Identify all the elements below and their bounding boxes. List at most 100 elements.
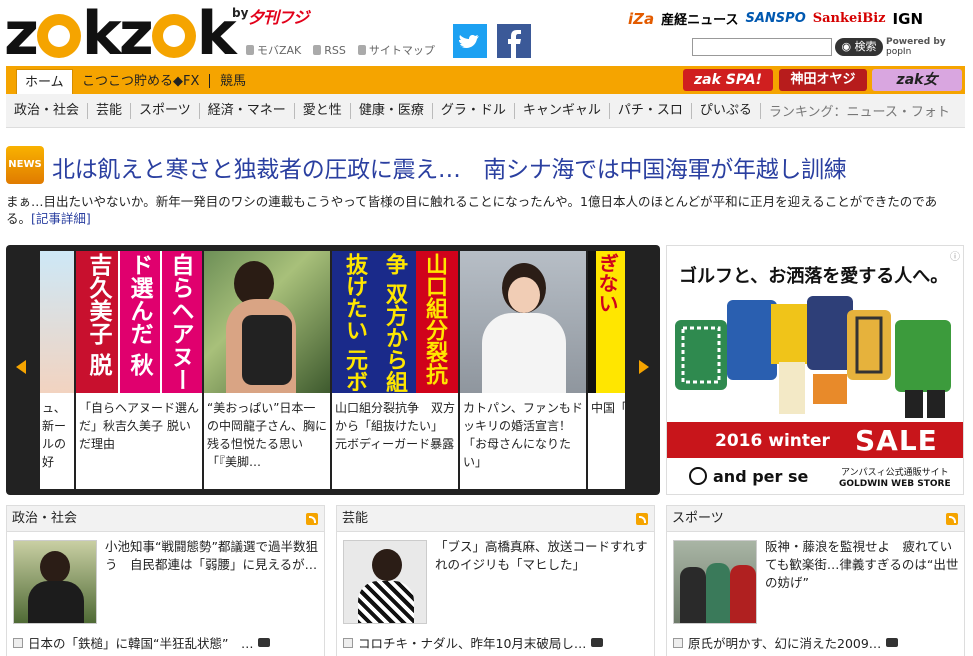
category-economy[interactable]: 経済・マネー xyxy=(200,102,295,119)
ranking-link[interactable]: ランキング：ニュース・フォト xyxy=(761,101,958,120)
panel-headline[interactable]: 小池知事“戦闘態勢”都議選で過半数狙う 自民都連は「弱腰」に見えるが… xyxy=(105,538,319,574)
slide-thumbnail xyxy=(40,251,74,393)
carousel-slides: ュ、新ールの好 自らヘアヌード選んだ 秋吉久美子 脱いだ理由 「自らヘアヌード選… xyxy=(40,251,625,489)
slide-caption: カトパン、ファンもドッキリの婚活宣言！「お母さんになりたい」 xyxy=(463,401,583,469)
site-header: z kz k by 夕刊フジ モバZAK RSS サイトマップ iZa 産経ニュース… xyxy=(0,0,973,66)
iza-link[interactable]: iZa xyxy=(628,10,654,28)
panel-headline[interactable]: 「ブス」高橋真麻、放送コードすれすれのイジリも「マヒした」 xyxy=(435,538,649,574)
panel-sports: スポーツ 阪神・藤浪を監視せよ 疲れていても歓楽街…律義すぎるのは“出世の妨げ”… xyxy=(666,505,965,656)
carousel-slide[interactable]: ュ、新ールの好 xyxy=(40,251,74,489)
slide-caption: ュ、新ールの好 xyxy=(42,401,67,469)
slide-thumbnail: 山口組分裂抗争 双方から組抜けたい 元ボディーガード暴露 xyxy=(332,251,458,393)
magazine-headline: 自らヘアヌード選んだ 秋吉久美子 脱いだ理由 xyxy=(85,253,193,391)
category-health[interactable]: 健康・医療 xyxy=(351,102,433,119)
slide-caption: “美おっぱい”日本一の中岡龍子さん、胸に残る怛悦たる思い「『美脚… xyxy=(207,401,328,469)
logo-by: by xyxy=(232,6,249,20)
slide-thumbnail: 自らヘアヌード選んだ 秋吉久美子 脱いだ理由 xyxy=(76,251,202,393)
magazine-headline: 艦長小学生にすぎない xyxy=(595,253,619,313)
slide-thumbnail xyxy=(460,251,586,393)
category-people[interactable]: ぴいぷる xyxy=(692,102,761,119)
bullet-icon xyxy=(13,637,23,648)
carousel-next-arrow-icon[interactable] xyxy=(639,360,649,374)
facebook-icon[interactable] xyxy=(497,24,531,58)
category-bar: 政治・社会 芸能 スポーツ 経済・マネー 愛と性 健康・医療 グラ・ドル キャン… xyxy=(6,94,965,128)
and-per-se-logo-icon xyxy=(689,467,707,485)
panel-link[interactable]: 原氏が明かす、幻に消えた2009… xyxy=(673,633,899,652)
ad-title: ゴルフと、お洒落を愛する人へ。 xyxy=(679,266,949,287)
panel-thumbnail[interactable] xyxy=(673,540,757,624)
carousel-slide[interactable]: “美おっぱい”日本一の中岡龍子さん、胸に残る怛悦たる思い「『美脚… xyxy=(204,251,330,489)
zak-spa-banner[interactable]: zak SPA! xyxy=(683,69,773,91)
sale-label: SALE xyxy=(855,424,938,457)
carousel-slide[interactable]: 山口組分裂抗争 双方から組抜けたい 元ボディーガード暴露 山口組分裂抗争 双方か… xyxy=(332,251,458,489)
powered-by-popin[interactable]: Powered by popIn xyxy=(886,37,946,57)
category-gravure[interactable]: グラ・ドル xyxy=(433,102,515,119)
tab-fx[interactable]: こつこつ貯める◆FX xyxy=(74,69,207,94)
group-brand-links: iZa 産経ニュース SANSPO SankeiBiz IGN xyxy=(628,9,923,29)
photo-carousel: ュ、新ールの好 自らヘアヌード選んだ 秋吉久美子 脱いだ理由 「自らヘアヌード選… xyxy=(6,245,660,495)
twitter-icon[interactable] xyxy=(453,24,487,58)
yukan-fuji-logo[interactable]: 夕刊フジ xyxy=(248,4,309,28)
slide-caption: 「自らヘアヌード選んだ」秋吉久美子 脱いだ理由 xyxy=(79,401,200,451)
video-camera-icon xyxy=(258,638,271,647)
ign-link[interactable]: IGN xyxy=(893,10,923,28)
category-sports[interactable]: スポーツ xyxy=(131,102,200,119)
tab-home[interactable]: ホーム xyxy=(16,69,73,94)
tab-keiba[interactable]: 競馬 xyxy=(212,69,254,94)
search-button[interactable]: ◉ 検索 xyxy=(835,38,883,56)
news-badge-icon: NEWS xyxy=(6,146,44,184)
sankeibiz-link[interactable]: SankeiBiz xyxy=(813,11,886,26)
search-input[interactable] xyxy=(692,38,832,56)
sitemap-link[interactable]: サイトマップ xyxy=(357,42,435,58)
magazine-headline: 山口組分裂抗争 双方から組抜けたい 元ボディーガード暴露 xyxy=(342,253,447,393)
zak-jo-banner[interactable]: zak女 xyxy=(872,69,962,91)
panel-link[interactable]: 日本の「鉄槌」に韓国“半狂乱状態” … xyxy=(13,633,271,652)
rss-icon xyxy=(313,45,322,55)
ad-store: アンパスィ公式通販サイト GOLDWIN WEB STORE xyxy=(839,468,951,489)
rss-icon[interactable] xyxy=(636,513,648,525)
video-camera-icon xyxy=(886,638,899,647)
panel-header: 政治・社会 xyxy=(7,506,324,532)
bullet-icon xyxy=(673,637,683,648)
panel-header: スポーツ xyxy=(667,506,964,532)
video-camera-icon xyxy=(591,638,604,647)
carousel-slide[interactable]: 自らヘアヌード選んだ 秋吉久美子 脱いだ理由 「自らヘアヌード選んだ」秋吉久美子… xyxy=(76,251,202,489)
sanspo-link[interactable]: SANSPO xyxy=(746,11,806,26)
rss-icon[interactable] xyxy=(946,513,958,525)
slide-caption: 山口組分裂抗争 双方から「組抜けたい」 元ボディーガード暴露 xyxy=(335,401,456,451)
rss-icon[interactable] xyxy=(306,513,318,525)
panel-thumbnail[interactable] xyxy=(13,540,97,624)
headline-lead: まぁ…目出たいやないか。新年一発目のワシの連載もこうやって皆様の目に触れることに… xyxy=(6,194,938,226)
golf-wear-ad[interactable]: ⓘ ゴルフと、お洒落を愛する人へ。 2016 winter SALE and p… xyxy=(666,245,964,495)
mobazak-link[interactable]: モバZAK xyxy=(246,42,301,58)
panel-thumbnail[interactable] xyxy=(343,540,427,624)
header-sublinks: モバZAK RSS サイトマップ xyxy=(246,42,435,58)
category-love[interactable]: 愛と性 xyxy=(295,102,351,119)
rss-link[interactable]: RSS xyxy=(313,42,346,58)
panel-headline[interactable]: 阪神・藤浪を監視せよ 疲れていても歓楽街…律義すぎるのは“出世の妨げ” xyxy=(765,538,961,592)
carousel-prev-arrow-icon[interactable] xyxy=(16,360,26,374)
panel-entertainment: 芸能 「ブス」高橋真麻、放送コードすれすれのイジリも「マヒした」 コロチキ・ナダ… xyxy=(336,505,655,656)
panel-link[interactable]: コロチキ・ナダル、昨年10月末破局し… xyxy=(343,633,604,652)
article-detail-link[interactable]: [記事詳細] xyxy=(31,211,91,226)
nav-separator xyxy=(209,74,210,88)
category-entertainment[interactable]: 芸能 xyxy=(88,102,132,119)
slide-caption: 中国「戦闘長「小い」 xyxy=(591,401,625,415)
panel-politics: 政治・社会 小池知事“戦闘態勢”都議選で過半数狙う 自民都連は「弱腰」に見えるが… xyxy=(6,505,325,656)
ad-brand: and per se xyxy=(689,467,808,486)
main-nav: ホーム こつこつ貯める◆FX 競馬 zak SPA! 神田オヤジ zak女 xyxy=(6,66,965,94)
carousel-slide[interactable]: 艦長小学生にすぎない 中国「戦闘長「小い」 xyxy=(588,251,625,489)
lock-icon xyxy=(246,45,254,55)
zakzak-logo[interactable]: z kz k xyxy=(4,4,237,64)
category-politics[interactable]: 政治・社会 xyxy=(6,102,89,119)
adchoices-icon[interactable]: ⓘ xyxy=(950,248,960,263)
carousel-slide[interactable]: カトパン、ファンもドッキリの婚活宣言！「お母さんになりたい」 xyxy=(460,251,586,489)
kanda-oyaji-banner[interactable]: 神田オヤジ xyxy=(779,69,867,91)
sankei-news-link[interactable]: 産経ニュース xyxy=(661,9,738,28)
top-headline[interactable]: 北は飢えと寒さと独裁者の圧政に震え… 南シナ海では中国海軍が年越し訓練 xyxy=(52,150,847,184)
panel-header: 芸能 xyxy=(337,506,654,532)
category-pachinko[interactable]: パチ・スロ xyxy=(610,102,692,119)
sitemap-icon xyxy=(357,45,366,55)
category-campaign-girl[interactable]: キャンギャル xyxy=(515,102,610,119)
ad-clothes-image xyxy=(675,296,951,418)
